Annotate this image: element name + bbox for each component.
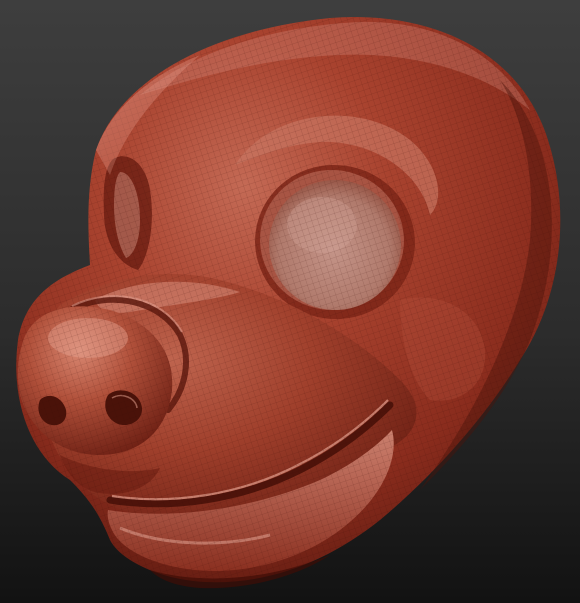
sculpt-render — [0, 0, 580, 603]
render-viewport — [0, 0, 580, 603]
